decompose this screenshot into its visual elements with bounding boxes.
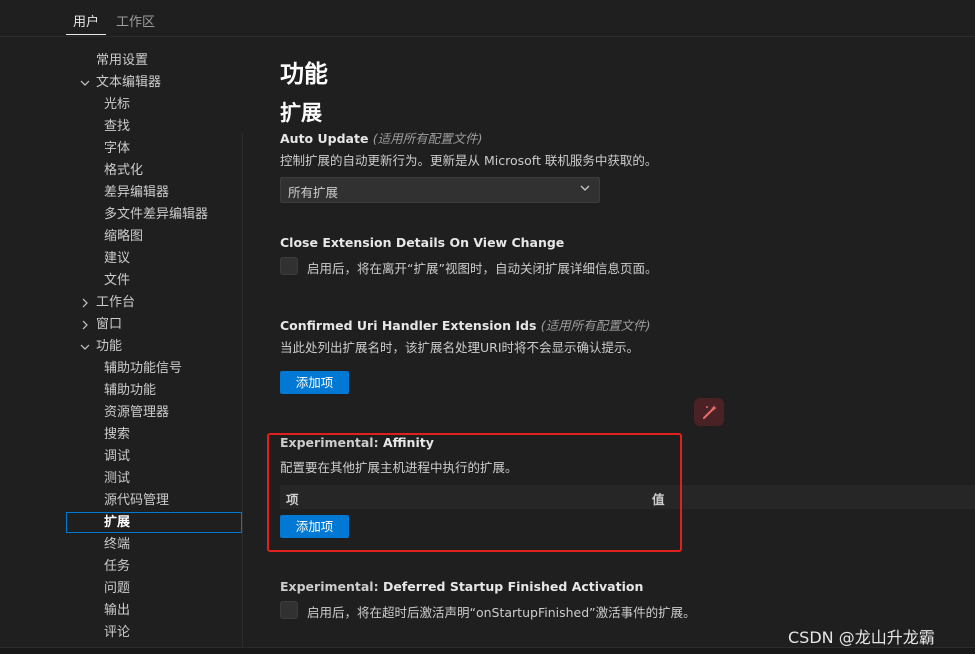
deferred-activation-checkbox-label: 启用后，将在超时后激活声明“onStartupFinished”激活事件的扩展。	[307, 605, 696, 620]
toc-item[interactable]: 辅助功能	[104, 382, 156, 400]
chevron-right-icon[interactable]	[79, 316, 91, 334]
toc-item[interactable]: 辅助功能信号	[104, 360, 182, 378]
toc-item[interactable]: 查找	[104, 118, 130, 136]
toc-item[interactable]: 格式化	[104, 162, 143, 180]
auto-update-description: 控制扩展的自动更新行为。更新是从 Microsoft 联机服务中获取的。	[280, 153, 658, 168]
affinity-highlight-box	[267, 433, 682, 552]
magic-wand-glyph	[703, 405, 717, 419]
toc-item[interactable]: 资源管理器	[104, 404, 169, 422]
active-tab-indicator	[66, 34, 106, 35]
toc-item[interactable]: 缩略图	[104, 228, 143, 246]
toc-selection-outline	[66, 512, 242, 533]
settings-scope-tabs: 用户 工作区	[0, 0, 975, 37]
chevron-down-icon[interactable]	[79, 338, 91, 356]
toc-item[interactable]: 差异编辑器	[104, 184, 169, 202]
close-details-checkbox[interactable]	[280, 257, 298, 275]
auto-update-select[interactable]: 所有扩展	[280, 177, 600, 203]
chevron-down-icon	[580, 185, 590, 191]
confirmed-uri-add-button[interactable]: 添加项	[280, 371, 349, 394]
auto-update-title: Auto Update (适用所有配置文件)	[280, 131, 483, 146]
toc-item[interactable]: 常用设置	[96, 52, 148, 70]
settings-content: Auto Update (适用所有配置文件) 功能 扩展 控制扩展的自动更新行为…	[243, 37, 975, 647]
bottom-scrollbar-track[interactable]	[0, 647, 975, 654]
toc-item[interactable]: 输出	[104, 602, 130, 620]
toc-item[interactable]: 任务	[104, 558, 130, 576]
chevron-down-icon[interactable]	[79, 74, 91, 92]
toc-item[interactable]: 源代码管理	[104, 492, 169, 510]
toc-item[interactable]: 搜索	[104, 426, 130, 444]
toc-item[interactable]: 多文件差异编辑器	[104, 206, 208, 224]
toc-item[interactable]: 窗口	[96, 316, 122, 334]
toc-item[interactable]: 文件	[104, 272, 130, 290]
toc-item[interactable]: 调试	[104, 448, 130, 466]
toc-item[interactable]: 文本编辑器	[96, 74, 161, 92]
chevron-right-icon[interactable]	[79, 294, 91, 312]
close-details-checkbox-label: 启用后，将在离开“扩展”视图时，自动关闭扩展详细信息页面。	[307, 261, 658, 276]
deferred-activation-checkbox[interactable]	[280, 601, 298, 619]
toc-item[interactable]: 测试	[104, 470, 130, 488]
sticky-header: 功能 扩展	[243, 37, 975, 129]
deferred-activation-title: Experimental: Deferred Startup Finished …	[280, 579, 644, 594]
tab-user[interactable]: 用户	[73, 11, 99, 30]
toc-item[interactable]: 扩展	[104, 514, 130, 532]
page-title: 功能	[280, 60, 328, 88]
toc-item[interactable]: 工作台	[96, 294, 135, 312]
toc-item[interactable]: 建议	[104, 250, 130, 268]
section-title: 扩展	[280, 101, 322, 125]
confirmed-uri-title: Confirmed Uri Handler Extension Ids (适用所…	[280, 318, 651, 333]
toc-item[interactable]: 光标	[104, 96, 130, 114]
toc-item[interactable]: 评论	[104, 624, 130, 642]
watermark-text: CSDN @龙山升龙霸	[788, 628, 935, 647]
tab-workspace[interactable]: 工作区	[116, 11, 155, 30]
toc-item[interactable]: 终端	[104, 536, 130, 554]
toc-item[interactable]: 字体	[104, 140, 130, 158]
magic-wand-icon[interactable]	[694, 398, 724, 426]
close-details-title: Close Extension Details On View Change	[280, 235, 565, 250]
toc-item[interactable]: 问题	[104, 580, 130, 598]
confirmed-uri-description: 当此处列出扩展名时，该扩展名处理URI时将不会显示确认提示。	[280, 340, 640, 355]
auto-update-select-value: 所有扩展	[288, 185, 339, 200]
toc-item[interactable]: 功能	[96, 338, 122, 356]
